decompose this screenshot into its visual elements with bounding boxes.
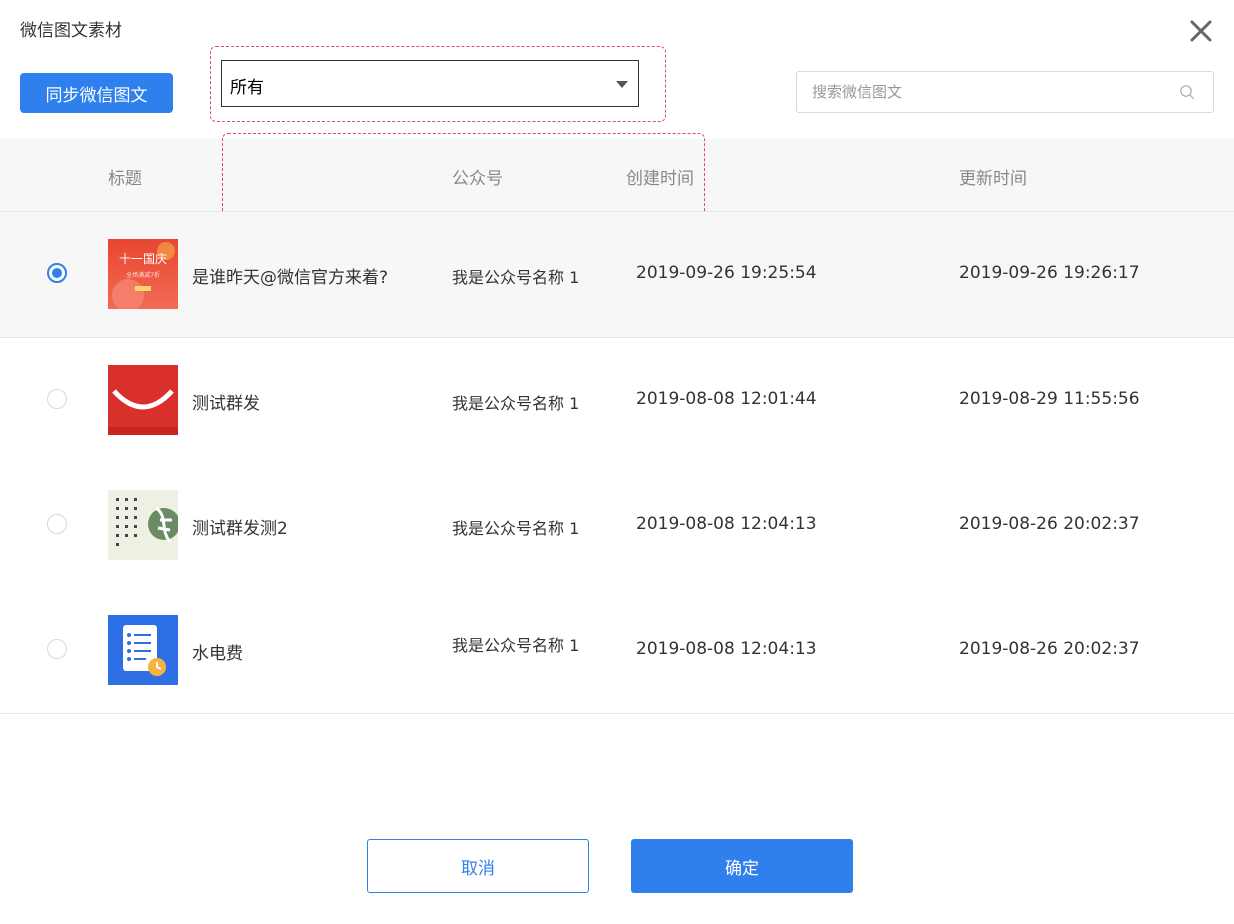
row-radio[interactable]	[47, 263, 67, 283]
row-account: 我是公众号名称 1	[452, 268, 580, 287]
row-title: 是谁昨天@微信官方来着?	[192, 268, 389, 288]
national-day-poster-thumbnail: 十一国庆 全场满减7折	[108, 239, 178, 309]
column-header-title: 标题	[108, 169, 142, 189]
checklist-clock-thumbnail	[108, 615, 178, 685]
row-title: 测试群发测2	[192, 519, 288, 539]
row-created-time: 2019-08-08 12:04:13	[636, 514, 817, 534]
row-updated-time: 2019-08-26 20:02:37	[959, 514, 1140, 534]
row-account: 我是公众号名称 1	[452, 394, 580, 413]
search-input[interactable]	[797, 72, 1172, 112]
row-updated-time: 2019-09-26 19:26:17	[959, 263, 1140, 283]
calligraphy-thumbnail	[108, 490, 178, 560]
table-row[interactable]: 测试群发 我是公众号名称 1 2019-08-08 12:01:44 2019-…	[0, 338, 1234, 464]
column-header-updated: 更新时间	[959, 169, 1027, 189]
row-account: 我是公众号名称 1	[452, 636, 580, 655]
row-created-time: 2019-08-08 12:04:13	[636, 639, 817, 659]
row-account: 我是公众号名称 1	[452, 519, 580, 538]
cancel-button[interactable]: 取消	[367, 839, 589, 893]
search-box	[796, 71, 1214, 113]
row-created-time: 2019-08-08 12:01:44	[636, 389, 817, 409]
row-radio[interactable]	[47, 389, 67, 409]
close-icon[interactable]	[1186, 16, 1216, 46]
annotation-box-header	[222, 133, 705, 218]
row-title: 水电费	[192, 644, 243, 664]
sync-wechat-articles-button[interactable]: 同步微信图文	[20, 73, 173, 113]
dialog-title: 微信图文素材	[20, 21, 122, 41]
row-updated-time: 2019-08-29 11:55:56	[959, 389, 1140, 409]
table-row[interactable]: 水电费 我是公众号名称 1 2019-08-08 12:04:13 2019-0…	[0, 588, 1234, 714]
account-filter-select[interactable]: 所有	[221, 60, 639, 107]
svg-text:十一国庆: 十一国庆	[119, 252, 167, 266]
table-row[interactable]: 测试群发测2 我是公众号名称 1 2019-08-08 12:04:13 201…	[0, 463, 1234, 589]
row-title: 测试群发	[192, 394, 260, 414]
row-radio[interactable]	[47, 639, 67, 659]
row-created-time: 2019-09-26 19:25:54	[636, 263, 817, 283]
search-icon[interactable]	[1179, 84, 1195, 100]
row-updated-time: 2019-08-26 20:02:37	[959, 639, 1140, 659]
row-radio[interactable]	[47, 514, 67, 534]
caret-down-icon	[616, 81, 628, 88]
table-row[interactable]: 十一国庆 全场满减7折 是谁昨天@微信官方来着? 我是公众号名称 1 2019-…	[0, 212, 1234, 338]
red-arc-thumbnail	[108, 365, 178, 435]
confirm-button[interactable]: 确定	[631, 839, 853, 893]
svg-text:全场满减7折: 全场满减7折	[126, 271, 160, 279]
account-filter-value: 所有	[230, 78, 264, 98]
